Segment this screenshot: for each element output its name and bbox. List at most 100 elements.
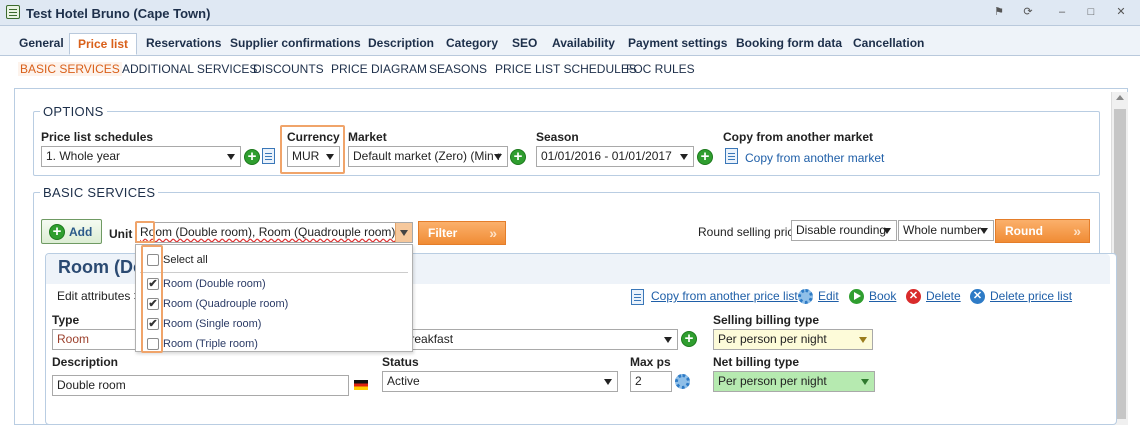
filter-button[interactable]: Filter » (418, 221, 506, 245)
gear-icon[interactable] (798, 289, 813, 304)
unit-option[interactable]: ✔ Room (Quadrouple room) (136, 295, 412, 313)
copy-schedule-icon[interactable] (262, 148, 275, 164)
tab-payment-settings[interactable]: Payment settings (620, 33, 735, 55)
round-button[interactable]: Round » (995, 219, 1090, 243)
add-season-icon[interactable]: + (697, 149, 713, 165)
tab-seo[interactable]: SEO (504, 33, 545, 55)
edit-link[interactable]: Edit (818, 289, 839, 303)
season-value: 01/01/2016 - 01/01/2017 (541, 149, 672, 163)
close-icon[interactable]: ✕ (1113, 5, 1129, 19)
copy-price-list-link[interactable]: Copy from another price list (651, 289, 798, 303)
tab-price-list[interactable]: Price list (69, 33, 138, 55)
max-ps-label: Max ps (630, 355, 671, 369)
delete-price-list-icon[interactable]: ✕ (970, 289, 985, 304)
copy-market-link[interactable]: Copy from another market (745, 151, 884, 165)
add-service-icon[interactable]: + (681, 331, 697, 347)
title-bar: Test Hotel Bruno (Cape Town) ⚑ ⟳ – □ ✕ (0, 0, 1140, 26)
chevron-down-icon (604, 379, 612, 385)
unit-dropdown-toggle[interactable] (395, 223, 412, 242)
description-field[interactable]: Double room (52, 375, 349, 396)
subtab-price-diagram[interactable]: PRICE DIAGRAM (331, 62, 427, 76)
copy-price-list-icon[interactable] (631, 289, 644, 305)
rounding-value: Disable rounding (796, 223, 887, 237)
subtab-foc-rules[interactable]: FOC RULES (626, 62, 695, 76)
net-billing-type-select[interactable]: Per person per night (713, 371, 875, 392)
maximize-icon[interactable]: □ (1083, 5, 1099, 19)
service-select[interactable]: nd breakfast (382, 329, 678, 350)
edit-attributes-link[interactable]: Edit attributes > (57, 289, 141, 303)
unit-option-label: Room (Quadrouple room) (163, 298, 289, 310)
tab-availability[interactable]: Availability (544, 33, 623, 55)
price-list-schedules-label: Price list schedules (41, 130, 154, 144)
tab-cancellation[interactable]: Cancellation (845, 33, 932, 55)
double-chevron-icon: » (1073, 223, 1081, 239)
unit-option[interactable]: ✔ Room (Single room) (136, 315, 412, 333)
max-ps-field[interactable]: 2 (630, 371, 672, 392)
copy-market-icon[interactable] (725, 148, 738, 164)
market-select[interactable]: Default market (Zero) (Min r (348, 146, 508, 167)
chevron-down-icon (227, 154, 235, 160)
chevron-down-icon (883, 228, 891, 234)
tab-general[interactable]: General (11, 33, 72, 55)
type-label: Type (52, 313, 80, 327)
currency-select[interactable]: MUR (287, 146, 340, 167)
select-all-option[interactable]: Select all (136, 251, 412, 269)
german-flag-icon[interactable] (354, 380, 368, 390)
status-select[interactable]: Active (382, 371, 618, 392)
rounding-select[interactable]: Disable rounding (791, 220, 897, 241)
price-list-schedules-value: 1. Whole year (46, 149, 121, 163)
main-tabs: General Price list Reservations Supplier… (0, 26, 1140, 56)
delete-price-list-link[interactable]: Delete price list (990, 289, 1072, 303)
pin-icon[interactable]: ⚑ (991, 5, 1007, 19)
tab-reservations[interactable]: Reservations (138, 33, 229, 55)
scroll-up-icon[interactable] (1116, 95, 1124, 100)
select-all-label: Select all (163, 254, 208, 266)
market-label: Market (348, 130, 387, 144)
unit-dropdown-list: Select all ✔ Room (Double room) ✔ Room (… (135, 244, 413, 352)
gear-icon[interactable] (675, 374, 690, 389)
tab-category[interactable]: Category (438, 33, 506, 55)
play-icon[interactable] (849, 289, 864, 304)
window-title: Test Hotel Bruno (Cape Town) (26, 6, 211, 21)
add-button[interactable]: + Add (41, 219, 102, 244)
subtab-additional-services[interactable]: ADDITIONAL SERVICES (122, 62, 257, 76)
chevron-down-icon (664, 337, 672, 343)
dropdown-divider (140, 272, 408, 273)
status-label: Status (382, 355, 419, 369)
unit-field-highlight (135, 221, 155, 243)
season-select[interactable]: 01/01/2016 - 01/01/2017 (536, 146, 694, 167)
book-link[interactable]: Book (869, 289, 896, 303)
basic-services-legend: BASIC SERVICES (40, 185, 159, 200)
price-list-schedules-select[interactable]: 1. Whole year (41, 146, 241, 167)
add-market-icon[interactable]: + (510, 149, 526, 165)
filter-label: Filter (428, 226, 458, 240)
plus-icon: + (49, 224, 65, 240)
tab-description[interactable]: Description (360, 33, 442, 55)
number-select[interactable]: Whole number (898, 220, 994, 241)
copy-market-label: Copy from another market (723, 130, 874, 144)
unit-select[interactable]: Room (Double room), Room (Quadrouple roo… (135, 222, 413, 243)
selling-billing-type-select[interactable]: Per person per night (713, 329, 873, 350)
unit-option[interactable]: Room (Triple room) (136, 335, 412, 353)
minimize-icon[interactable]: – (1054, 5, 1070, 19)
unit-option-label: Room (Single room) (163, 318, 262, 330)
market-value: Default market (Zero) (Min r (353, 149, 502, 163)
unit-option[interactable]: ✔ Room (Double room) (136, 275, 412, 293)
tab-booking-form-data[interactable]: Booking form data (728, 33, 850, 55)
delete-icon[interactable]: ✕ (906, 289, 921, 304)
net-billing-type-value: Per person per night (718, 374, 827, 388)
refresh-icon[interactable]: ⟳ (1020, 5, 1036, 19)
chevron-down-icon (861, 379, 869, 385)
subtab-basic-services[interactable]: BASIC SERVICES (18, 62, 122, 76)
subtab-price-list-schedules[interactable]: PRICE LIST SCHEDULES (495, 62, 637, 76)
subtab-seasons[interactable]: SEASONS (429, 62, 487, 76)
subtab-discounts[interactable]: DISCOUNTS (253, 62, 324, 76)
add-schedule-icon[interactable]: + (244, 149, 260, 165)
tab-supplier-confirmations[interactable]: Supplier confirmations (222, 33, 369, 55)
description-label: Description (52, 355, 119, 369)
type-field[interactable]: Room (52, 329, 142, 350)
chevron-down-icon (400, 230, 408, 236)
selling-billing-type-value: Per person per night (718, 332, 827, 346)
delete-link[interactable]: Delete (926, 289, 961, 303)
chevron-down-icon (680, 154, 688, 160)
